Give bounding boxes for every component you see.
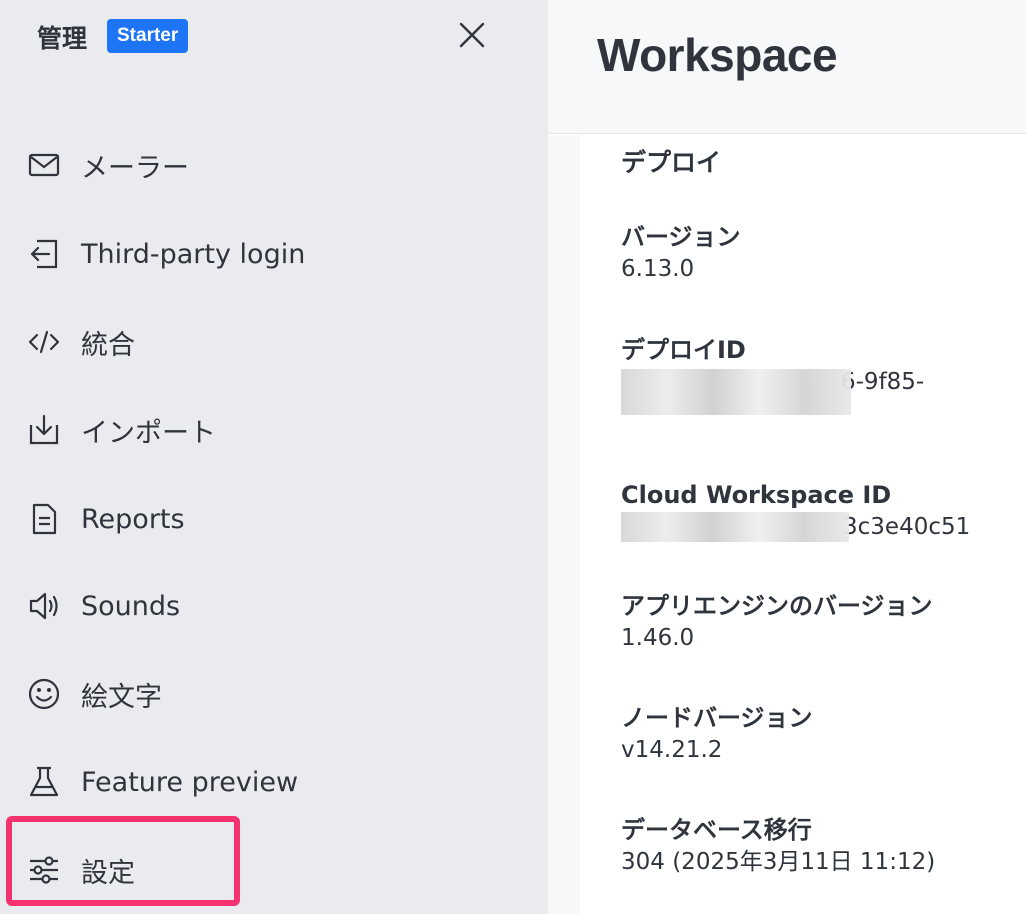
sidebar-item-label: 絵文字	[81, 681, 162, 713]
flask-icon	[26, 764, 62, 800]
sidebar-item-mailer[interactable]: メーラー	[0, 130, 548, 200]
page-header: Workspace	[548, 0, 1026, 134]
info-field: アプリエンジンのバージョン 1.46.0	[621, 591, 1021, 653]
redaction-blur	[621, 512, 849, 542]
field-value: 1.46.0	[621, 625, 695, 651]
workspace-id-visible-part: 3c3e40c51	[843, 514, 971, 540]
redaction-blur	[621, 369, 851, 415]
deploy-id-visible-part: 6-9f85-	[841, 369, 925, 395]
sidebar-header: 管理 Starter	[0, 0, 548, 75]
speaker-icon	[26, 588, 62, 624]
sidebar-item-label: Reports	[81, 503, 185, 535]
field-value-redacted: 6-9f85-	[621, 367, 1021, 415]
section-title: デプロイ	[621, 148, 722, 177]
field-label: デプロイID	[621, 336, 746, 364]
close-button[interactable]	[452, 15, 492, 55]
sidebar: 管理 Starter メーラー Third-party login 統合 インポ…	[0, 0, 548, 914]
sidebar-item-import[interactable]: インポート	[0, 395, 548, 465]
sidebar-item-reports[interactable]: Reports	[0, 484, 548, 554]
field-value-redacted: 3c3e40c51	[621, 512, 1021, 542]
redacted-value: 3c3e40c51	[621, 512, 970, 542]
document-icon	[26, 501, 62, 537]
sidebar-item-third-party-login[interactable]: Third-party login	[0, 219, 548, 289]
import-icon	[26, 412, 62, 448]
sidebar-item-label: 統合	[81, 329, 135, 361]
page-title: Workspace	[597, 29, 838, 81]
sidebar-item-label: Sounds	[81, 590, 181, 622]
sidebar-title: 管理	[37, 24, 88, 53]
field-label: データベース移行	[621, 816, 812, 844]
sidebar-item-label: Third-party login	[81, 238, 306, 270]
info-field: ノードバージョン v14.21.2	[621, 703, 1021, 765]
redacted-value: 6-9f85-	[621, 367, 925, 415]
field-label: アプリエンジンのバージョン	[621, 592, 933, 620]
field-value: 6.13.0	[621, 256, 695, 282]
close-icon	[459, 22, 485, 48]
code-icon	[26, 324, 62, 360]
field-label: バージョン	[621, 223, 741, 251]
info-field: Cloud Workspace ID 3c3e40c51	[621, 480, 1021, 542]
sidebar-item-integrations[interactable]: 統合	[0, 307, 548, 377]
info-field: デプロイID 6-9f85-	[621, 335, 1021, 415]
mail-icon	[26, 147, 62, 183]
sliders-icon	[26, 852, 62, 888]
sidebar-item-label: メーラー	[81, 152, 189, 184]
field-value: v14.21.2	[621, 737, 723, 763]
plan-badge: Starter	[107, 19, 189, 53]
sidebar-item-label: 設定	[81, 857, 135, 889]
login-icon	[26, 236, 62, 272]
sidebar-item-feature-preview[interactable]: Feature preview	[0, 747, 548, 817]
field-label: ノードバージョン	[621, 704, 813, 732]
sidebar-item-label: インポート	[81, 417, 216, 449]
deploy-info-card: デプロイ バージョン 6.13.0 デプロイID 6-9f85- Cloud W…	[580, 135, 1026, 914]
info-field: データベース移行 304 (2025年3月11日 11:12)	[621, 815, 1021, 877]
info-field: バージョン 6.13.0	[621, 222, 1021, 284]
sidebar-item-emoji[interactable]: 絵文字	[0, 659, 548, 729]
field-value: 304 (2025年3月11日 11:12)	[621, 849, 936, 875]
field-label: Cloud Workspace ID	[621, 481, 892, 509]
sidebar-item-settings[interactable]: 設定	[0, 835, 548, 905]
main-content: デプロイ バージョン 6.13.0 デプロイID 6-9f85- Cloud W…	[548, 135, 1026, 914]
sidebar-item-sounds[interactable]: Sounds	[0, 571, 548, 641]
sidebar-item-label: Feature preview	[81, 766, 299, 798]
emoji-icon	[26, 676, 62, 712]
